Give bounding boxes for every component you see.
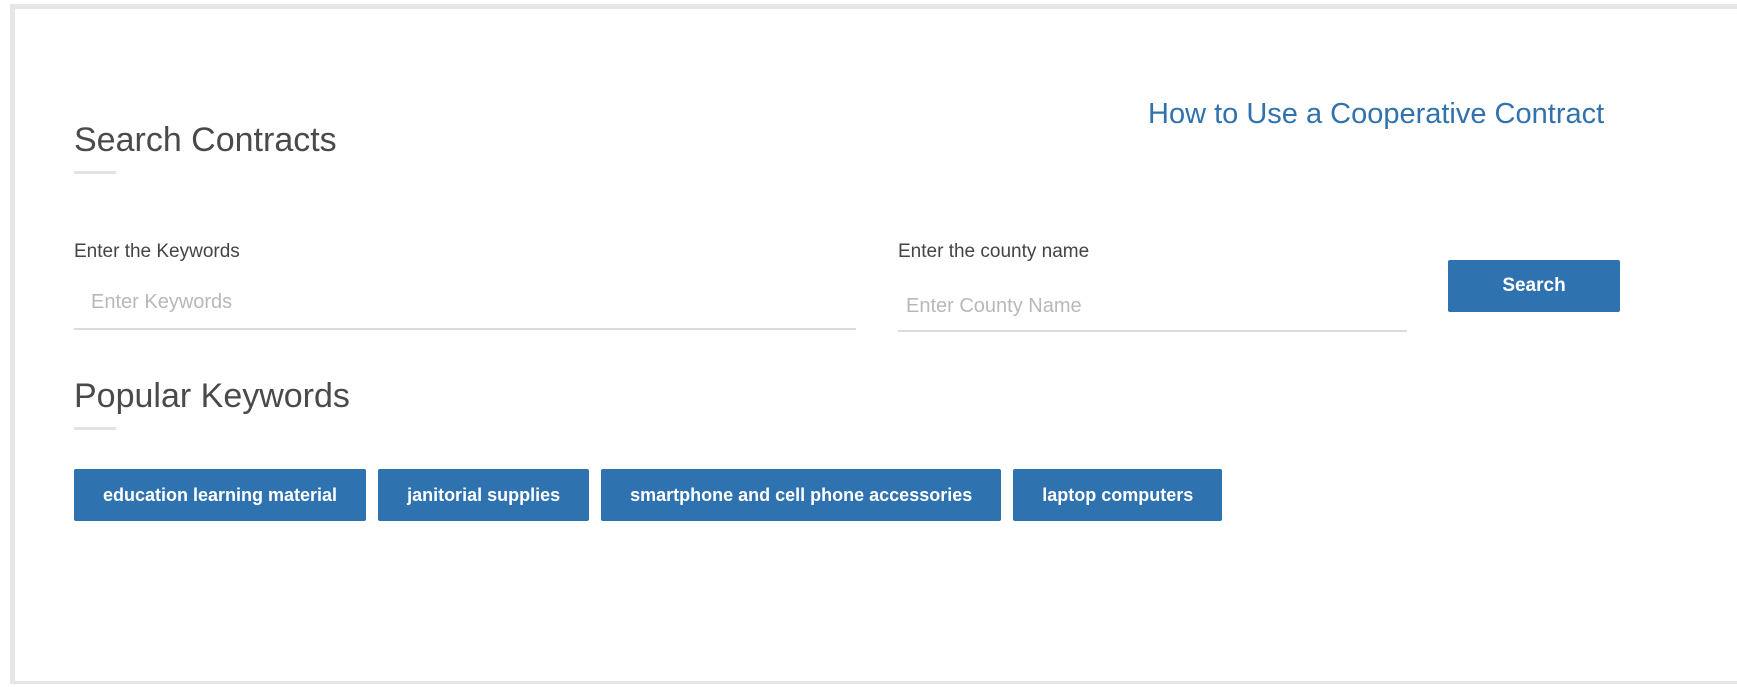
county-label: Enter the county name bbox=[898, 241, 1090, 262]
keywords-label: Enter the Keywords bbox=[74, 241, 240, 262]
how-to-use-link[interactable]: How to Use a Cooperative Contract bbox=[1148, 98, 1604, 131]
search-button[interactable]: Search bbox=[1448, 260, 1620, 312]
keyword-chip-smartphone[interactable]: smartphone and cell phone accessories bbox=[601, 469, 1002, 521]
popular-keywords-heading: Popular Keywords bbox=[74, 377, 350, 415]
heading-underline bbox=[74, 171, 116, 174]
keyword-chip-janitorial[interactable]: janitorial supplies bbox=[378, 469, 590, 521]
heading-underline bbox=[74, 427, 116, 430]
county-input[interactable] bbox=[898, 282, 1407, 332]
keyword-chip-laptop[interactable]: laptop computers bbox=[1013, 469, 1223, 521]
search-contracts-heading: Search Contracts bbox=[74, 121, 337, 159]
keywords-input[interactable] bbox=[74, 276, 856, 330]
keyword-chip-education[interactable]: education learning material bbox=[74, 469, 367, 521]
popular-keywords-list: education learning material janitorial s… bbox=[74, 469, 1223, 521]
